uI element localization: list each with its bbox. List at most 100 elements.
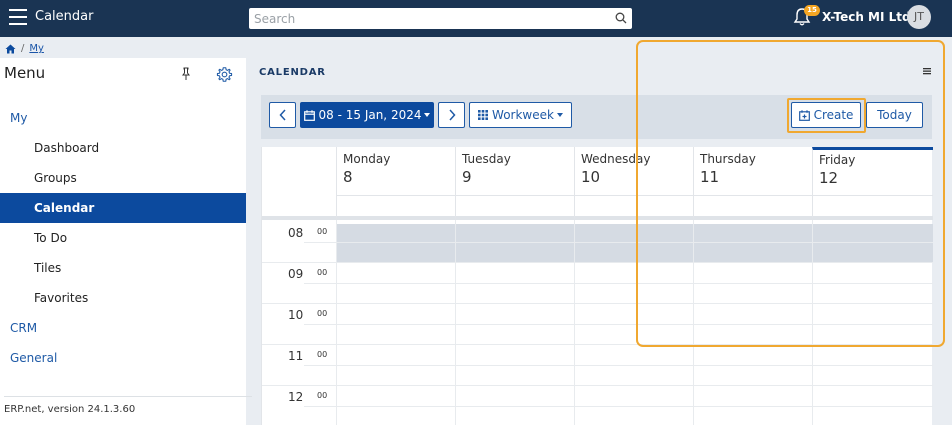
sidebar-item-tiles[interactable]: Tiles [0,253,246,283]
chevron-left-icon [278,109,286,121]
sidebar-item-my[interactable]: My [0,103,246,133]
view-selector-button[interactable]: Workweek [469,102,572,128]
caret-down-icon [556,113,563,117]
view-label: Workweek [492,108,554,122]
menu-title: Menu [4,64,46,82]
hour-label-09: 09 [288,267,304,281]
day-number: 12 [819,169,839,187]
sidebar-item-groups[interactable]: Groups [0,163,246,193]
minute-label: 00 [317,309,328,318]
sidebar-item-label: My [10,111,28,125]
non-working-hours-band [337,224,933,262]
sidebar-item-label: General [10,351,58,365]
allday-cell[interactable] [693,196,812,220]
hour-line [262,303,933,304]
sidebar-nav: My Dashboard Groups Calendar To Do Tiles… [0,103,246,373]
sidebar-item-label: Tiles [34,261,62,275]
breadcrumb-my-link[interactable]: My [29,43,44,54]
minute-label: 00 [317,391,328,400]
search-box [249,8,632,29]
notification-count-badge: 15 [804,5,820,16]
day-name: Tuesday [462,152,511,166]
grid-icon [478,110,489,120]
search-input[interactable] [249,8,604,29]
allday-cell[interactable] [574,196,693,220]
column-divider [693,220,694,425]
minute-label: 00 [317,227,328,236]
breadcrumb-separator: / [21,43,25,54]
create-button[interactable]: Create [791,102,861,128]
create-label: Create [813,108,854,122]
calendar-icon [303,109,315,121]
day-header-friday[interactable]: Friday 12 [812,147,933,196]
day-number: 9 [462,168,472,186]
day-name: Monday [343,152,391,166]
column-divider [812,220,813,425]
sidebar-item-label: Calendar [34,201,95,215]
home-icon[interactable] [5,44,16,54]
hour-label-08: 08 [288,226,304,240]
hamburger-menu-icon[interactable] [9,9,27,25]
minute-label: 00 [317,268,328,277]
sidebar-item-label: Favorites [34,291,89,305]
sidebar-item-dashboard[interactable]: Dashboard [0,133,246,163]
day-header-monday[interactable]: Monday 8 [336,147,455,196]
allday-cell[interactable] [336,196,455,220]
calendar-plus-icon [798,109,810,121]
day-header-tuesday[interactable]: Tuesday 9 [455,147,574,196]
allday-cell[interactable] [812,196,933,220]
calendar-toolbar: 08 - 15 Jan, 2024 Workweek Create Today [261,95,932,139]
chevron-right-icon [448,109,456,121]
day-number: 11 [700,168,720,186]
day-header-wednesday[interactable]: Wednesday 10 [574,147,693,196]
search-icon[interactable] [615,12,627,24]
half-hour-line [304,242,933,243]
previous-week-button[interactable] [269,102,296,128]
column-divider [574,220,575,425]
page-title: CALENDAR [259,67,326,78]
sidebar-item-label: Dashboard [34,141,100,155]
sidebar-item-label: Groups [34,171,77,185]
column-divider [455,220,456,425]
day-number: 10 [581,168,601,186]
hour-label-12: 12 [288,390,304,404]
day-name: Wednesday [581,152,651,166]
hour-label-11: 11 [288,349,304,363]
half-hour-line [304,324,933,325]
sidebar-item-crm[interactable]: CRM [0,313,246,343]
date-range-label: 08 - 15 Jan, 2024 [318,108,422,122]
hour-label-10: 10 [288,308,304,322]
half-hour-line [304,365,933,366]
allday-gutter [262,196,337,220]
today-button[interactable]: Today [866,102,923,128]
app-title: Calendar [35,9,94,24]
day-header-thursday[interactable]: Thursday 11 [693,147,812,196]
sidebar-item-todo[interactable]: To Do [0,223,246,253]
top-bar: Calendar 15 X-Tech MI Ltd. JT [0,0,952,37]
sidebar-item-calendar[interactable]: Calendar [0,193,246,223]
today-label: Today [877,108,912,122]
sidebar-item-label: CRM [10,321,38,335]
day-name: Friday [819,153,856,167]
next-week-button[interactable] [438,102,465,128]
calendar-grid: Monday 8 Tuesday 9 Wednesday 10 Thursday… [261,147,933,425]
half-hour-line [304,283,933,284]
user-avatar[interactable]: JT [907,5,931,29]
minute-label: 00 [317,350,328,359]
hour-line [262,344,933,345]
hour-line [262,385,933,386]
sidebar-item-favorites[interactable]: Favorites [0,283,246,313]
day-number: 8 [343,168,353,186]
breadcrumb: / My [5,42,44,55]
pin-icon[interactable] [180,67,192,81]
date-range-button[interactable]: 08 - 15 Jan, 2024 [300,102,434,128]
menu-lines-icon[interactable] [922,66,932,76]
column-divider [336,220,337,425]
company-selector[interactable]: X-Tech MI Ltd. [822,10,915,24]
half-hour-line [304,406,933,407]
sidebar-item-general[interactable]: General [0,343,246,373]
day-name: Thursday [700,152,756,166]
gear-icon[interactable] [216,66,233,83]
allday-cell[interactable] [455,196,574,220]
sidebar: Menu My Dashboard Groups Calendar To Do … [0,58,252,425]
